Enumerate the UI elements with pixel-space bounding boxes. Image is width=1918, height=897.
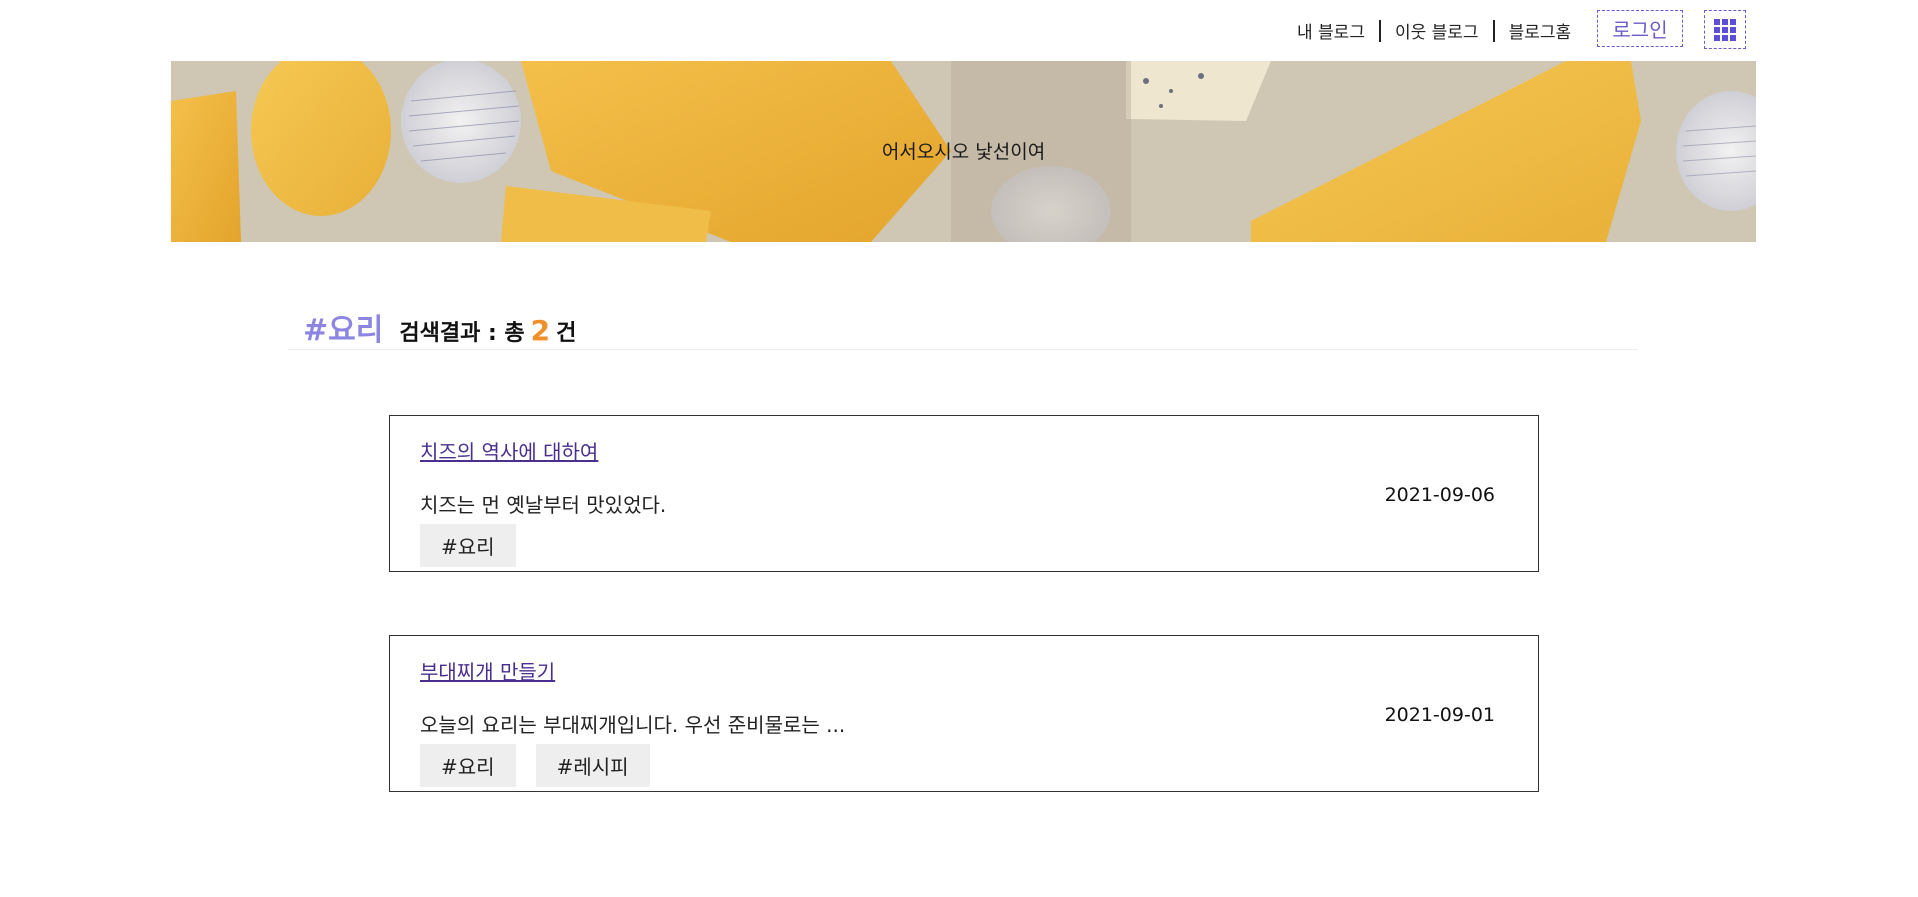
- grid-icon: [1714, 18, 1736, 41]
- result-count: 2: [530, 314, 551, 347]
- banner-welcome-text: 어서오시오 낯선이여: [881, 141, 1046, 163]
- nav-links: 내 블로그 이웃 블로그 블로그홈: [1297, 18, 1571, 43]
- search-result-heading: #요리 검색결과 : 총 2 건: [303, 305, 576, 349]
- tag-chip[interactable]: #요리: [420, 744, 516, 787]
- nav-separator: [1378, 19, 1381, 42]
- post-tags: #요리 #레시피: [420, 744, 670, 787]
- post-title-link[interactable]: 치즈의 역사에 대하여: [420, 436, 598, 465]
- tag-chip[interactable]: #요리: [420, 524, 516, 567]
- nav-separator: [1492, 19, 1495, 42]
- heading-divider: [288, 349, 1638, 350]
- nav-link-neighbor-blog[interactable]: 이웃 블로그: [1395, 18, 1479, 43]
- post-date: 2021-09-01: [1384, 704, 1495, 726]
- search-tag-title: #요리: [303, 313, 384, 348]
- post-card: 부대찌개 만들기 오늘의 요리는 부대찌개입니다. 우선 준비물로는 ... 2…: [389, 635, 1539, 792]
- blog-banner: 어서오시오 낯선이여: [171, 61, 1756, 242]
- post-excerpt: 치즈는 먼 옛날부터 맛있었다.: [420, 493, 667, 517]
- app-menu-button[interactable]: [1704, 10, 1746, 49]
- result-suffix: 건: [556, 321, 577, 346]
- post-date: 2021-09-06: [1384, 484, 1495, 506]
- login-button[interactable]: 로그인: [1597, 10, 1683, 47]
- post-excerpt: 오늘의 요리는 부대찌개입니다. 우선 준비물로는 ...: [420, 713, 846, 737]
- nav-link-blog-home[interactable]: 블로그홈: [1509, 18, 1572, 43]
- post-title-link[interactable]: 부대찌개 만들기: [420, 656, 555, 685]
- tag-chip[interactable]: #레시피: [535, 744, 650, 787]
- top-navigation: 내 블로그 이웃 블로그 블로그홈 로그인: [0, 0, 1918, 60]
- result-prefix: 검색결과 : 총: [399, 321, 525, 346]
- nav-link-my-blog[interactable]: 내 블로그: [1297, 18, 1365, 43]
- post-tags: #요리: [420, 524, 536, 567]
- post-card: 치즈의 역사에 대하여 치즈는 먼 옛날부터 맛있었다. 2021-09-06 …: [389, 415, 1539, 572]
